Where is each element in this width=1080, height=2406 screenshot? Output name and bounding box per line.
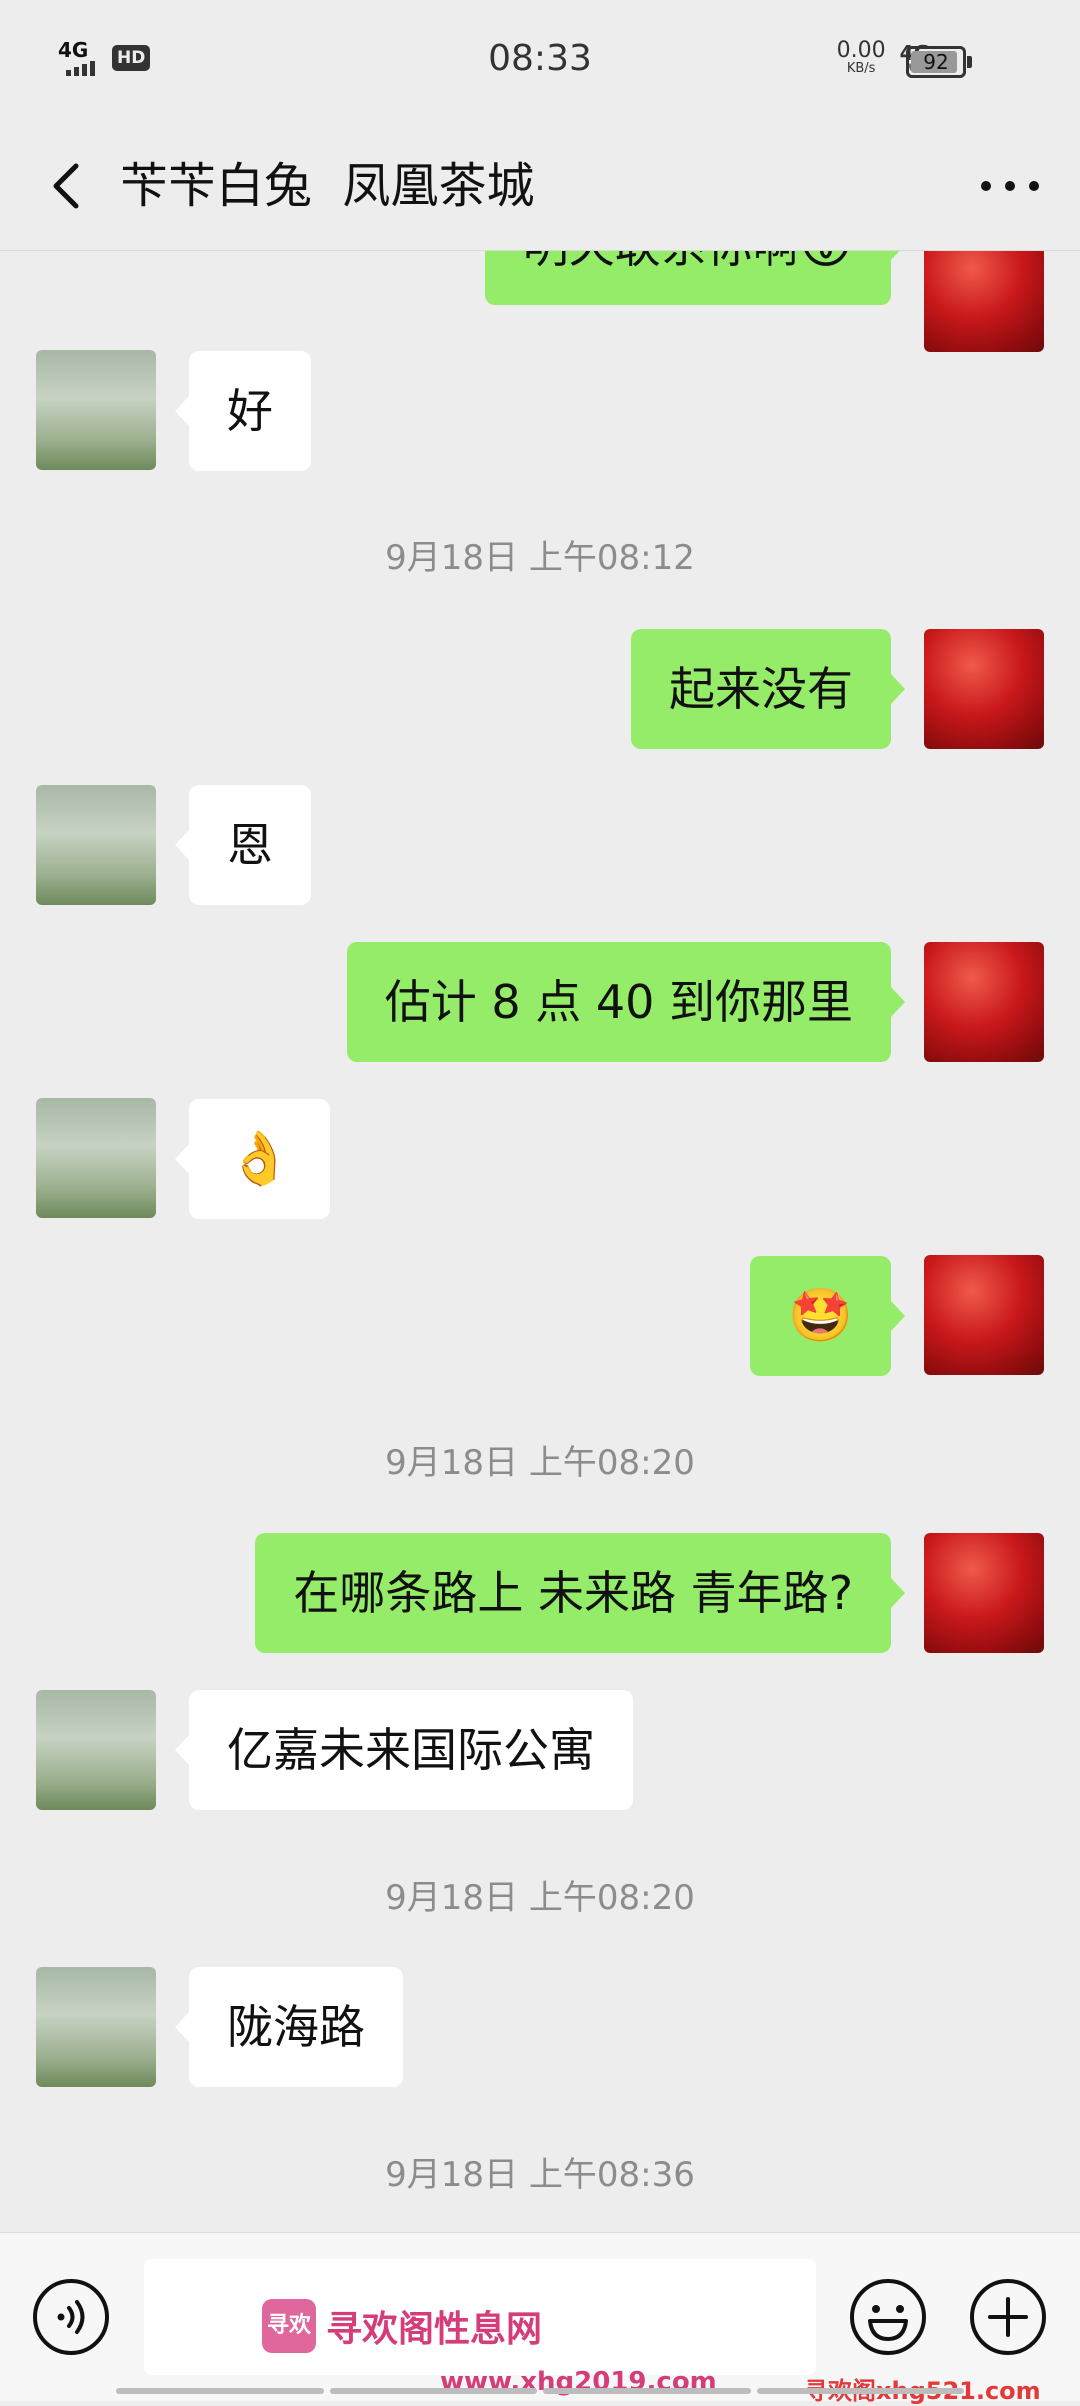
emoji-icon[interactable] <box>848 2277 928 2357</box>
watermark-logo: 寻欢 <box>262 2299 316 2353</box>
watermark-site-name: 寻欢阁性息网 <box>326 2308 543 2350</box>
input-bar: 寻欢 寻欢阁性息网 ➜ www.xhg2019.com 寻欢阁xhg521.co… <box>0 2232 1080 2405</box>
my-avatar[interactable] <box>924 1533 1044 1653</box>
message-timestamp: 9月18日 上午08:20 <box>385 1878 695 1918</box>
my-avatar[interactable] <box>924 1255 1044 1375</box>
my-avatar[interactable] <box>924 942 1044 1062</box>
peer-avatar[interactable] <box>36 1967 156 2087</box>
voice-icon[interactable] <box>31 2277 111 2357</box>
message-bubble-received[interactable]: 恩 <box>175 785 311 905</box>
more-icon[interactable] <box>970 158 1050 214</box>
message-bubble-sent[interactable]: 🤩 <box>750 1256 905 1376</box>
my-avatar[interactable] <box>924 629 1044 749</box>
battery-level: 92 <box>923 50 949 74</box>
message-bubble-received[interactable]: 陇海路 <box>175 1967 403 2087</box>
status-bar: 4G HD 08:33 0.00 KB/s 4G ▼▲ 92 <box>0 0 1080 128</box>
message-bubble-sent[interactable]: 起来没有 <box>631 629 905 749</box>
message-bubble-received[interactable]: 亿嘉未来国际公寓 <box>175 1690 633 1810</box>
chat-title: 苄苄白兔 凤凰茶城 <box>120 158 535 214</box>
peer-avatar[interactable] <box>36 1690 156 1810</box>
message-bubble-received[interactable]: 👌 <box>175 1099 330 1219</box>
network-speed: 0.00 KB/s <box>836 38 886 76</box>
message-bubble-sent[interactable]: 明天联系你啊😝 <box>484 250 906 305</box>
message-timestamp: 9月18日 上午08:36 <box>385 2155 695 2195</box>
battery-icon: 92 <box>906 46 972 78</box>
watermark: 寻欢 寻欢阁性息网 <box>262 2299 542 2353</box>
peer-avatar[interactable] <box>36 350 156 470</box>
peer-avatar[interactable] <box>36 1098 156 1218</box>
back-icon[interactable] <box>40 158 96 214</box>
message-bubble-received[interactable]: 好 <box>175 351 311 471</box>
message-bubble-sent[interactable]: 估计 8 点 40 到你那里 <box>346 942 906 1062</box>
plus-icon[interactable] <box>968 2277 1048 2357</box>
star-struck-emoji: 🤩 <box>788 1286 853 1346</box>
my-avatar[interactable] <box>924 250 1044 352</box>
message-timestamp: 9月18日 上午08:20 <box>385 1443 695 1483</box>
message-bubble-sent[interactable]: 在哪条路上 未来路 青年路? <box>255 1533 905 1653</box>
peer-avatar[interactable] <box>36 785 156 905</box>
message-timestamp: 9月18日 上午08:12 <box>385 538 695 578</box>
chat-header: 苄苄白兔 凤凰茶城 <box>0 128 1080 251</box>
tongue-out-emoji: 😝 <box>799 250 853 275</box>
message-list[interactable]: 明天联系你啊😝 好 9月18日 上午08:12 起来没有 恩 估计 8 点 40… <box>0 250 1080 2232</box>
gesture-bar <box>116 2388 964 2394</box>
ok-hand-emoji: 👌 <box>227 1129 292 1189</box>
